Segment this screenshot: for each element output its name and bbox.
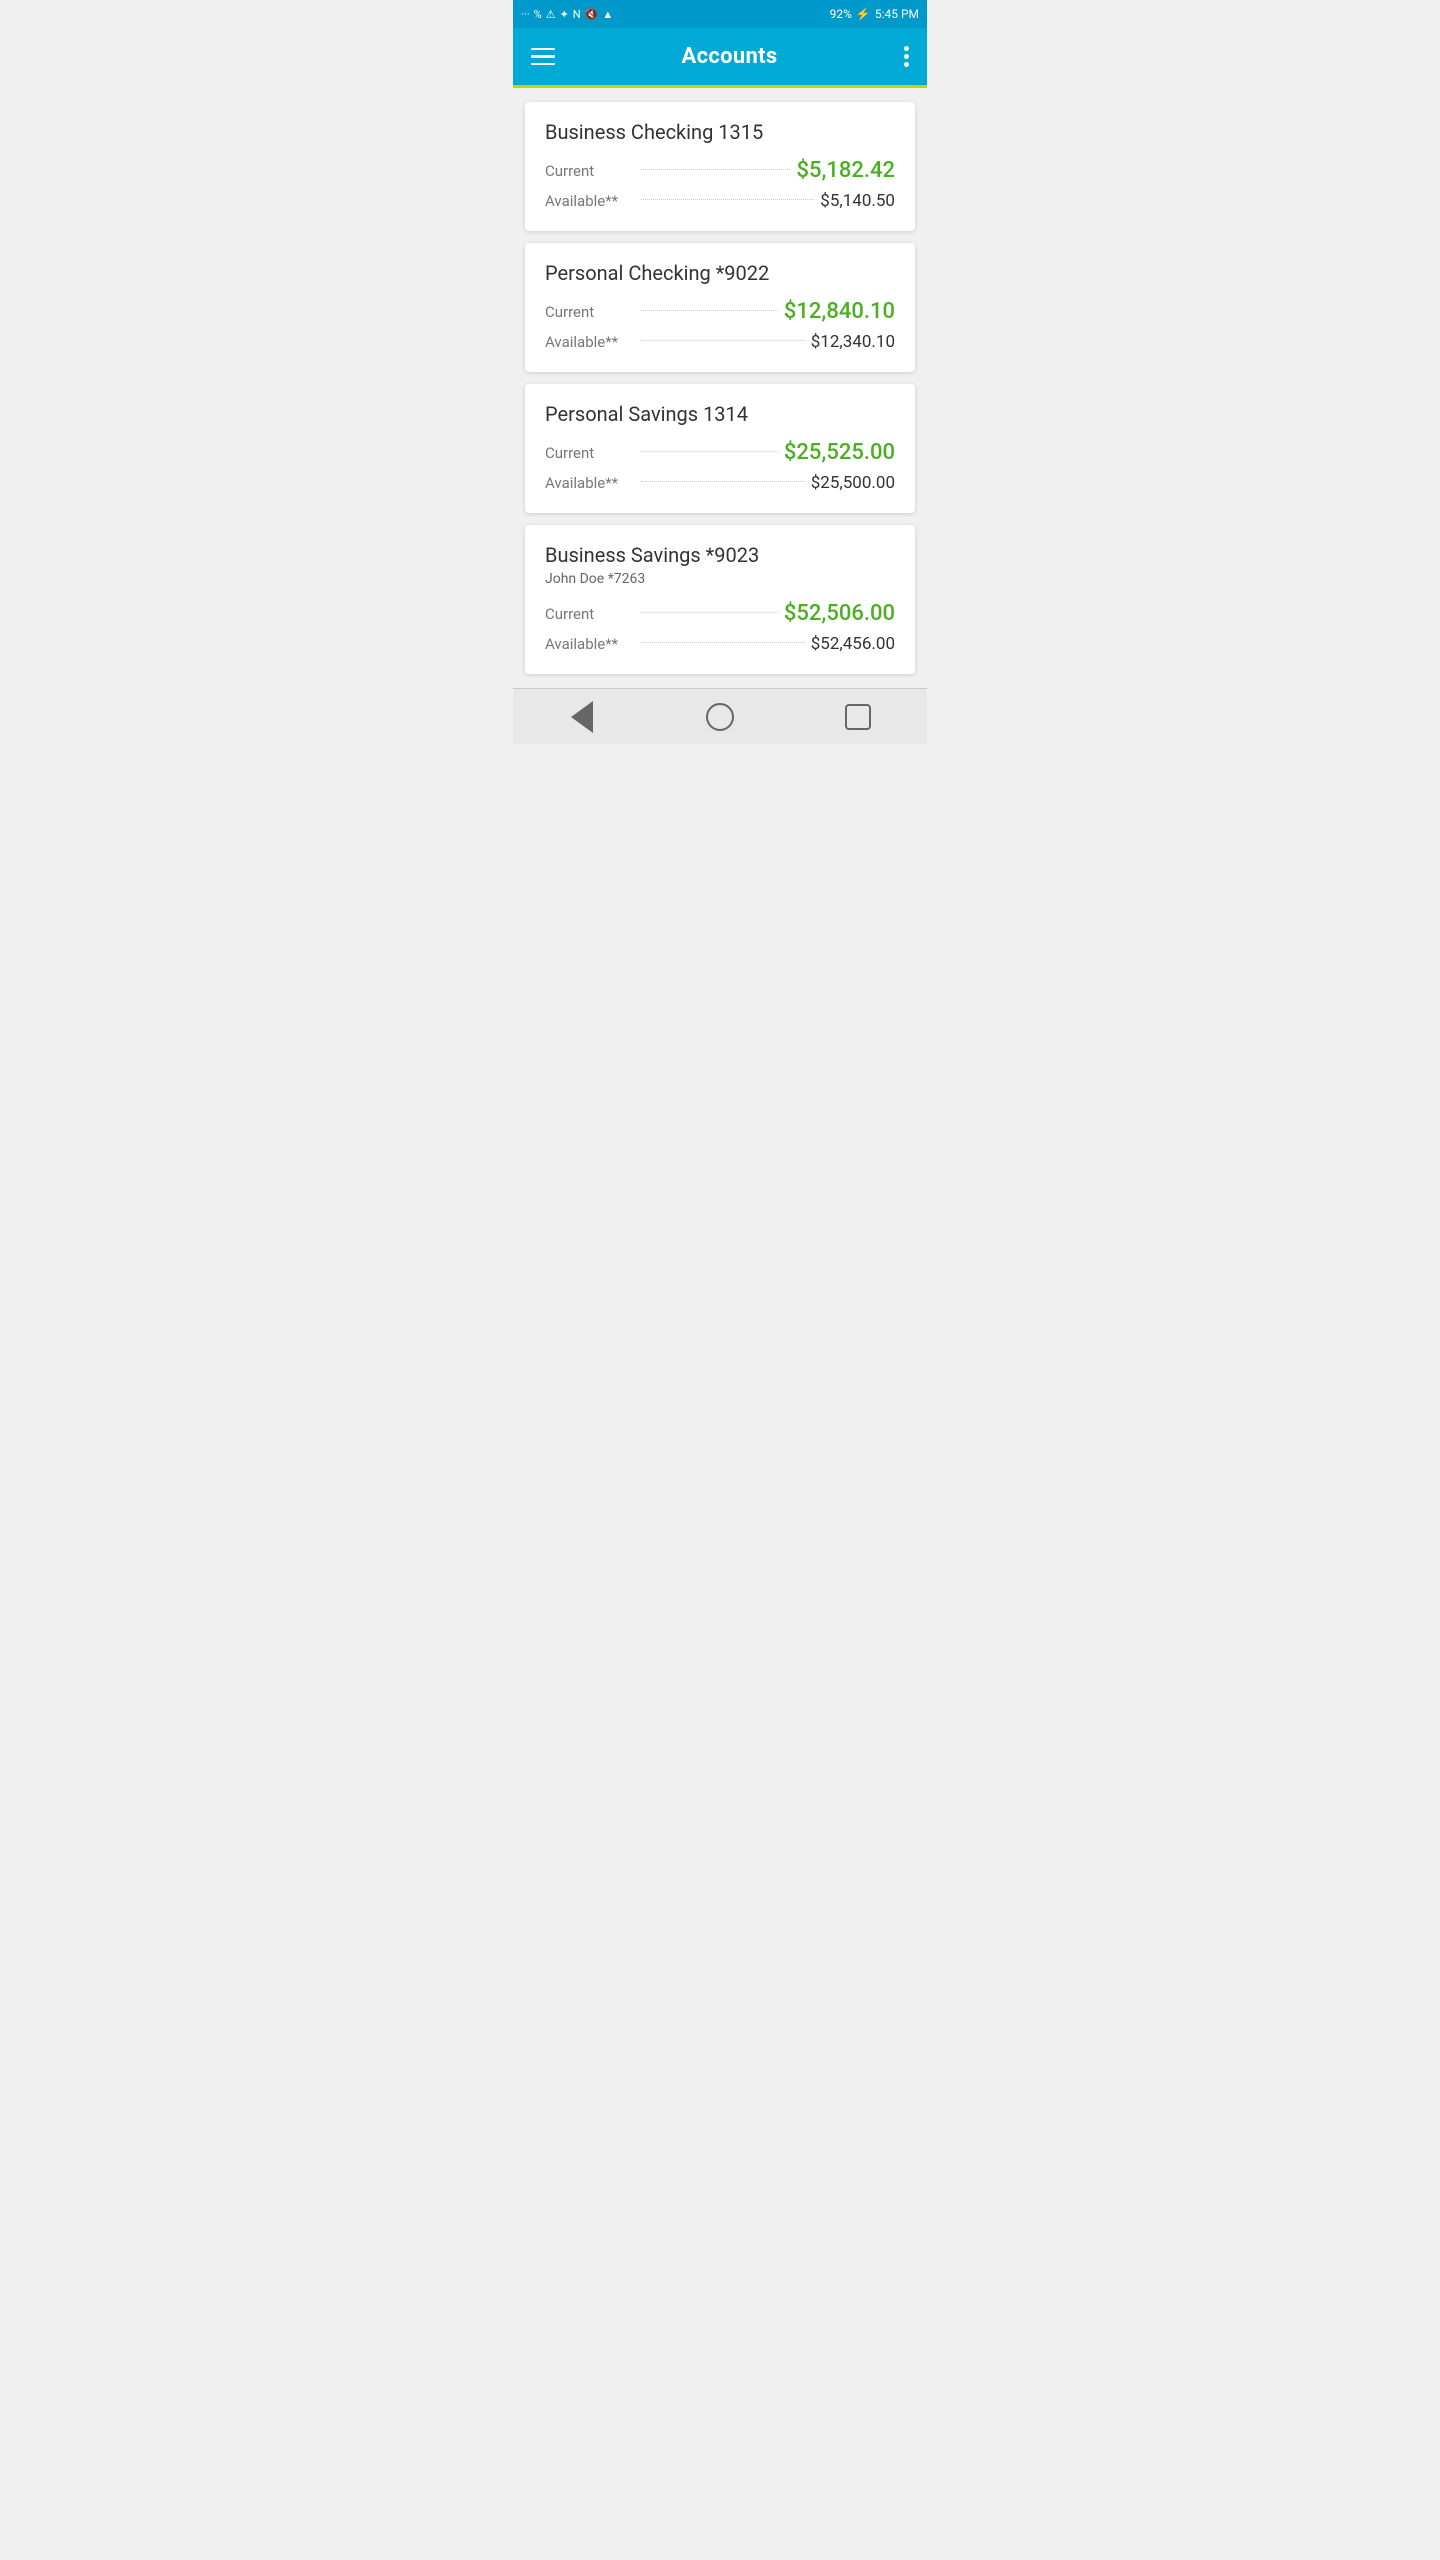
current-value: $25,525.00 (784, 440, 895, 465)
available-label: Available** (545, 333, 635, 351)
more-options-button[interactable] (904, 46, 909, 67)
status-icons-left: ··· % ⚠ ✦ N 🔇 ▲ (521, 8, 613, 21)
account-card-business-checking[interactable]: Business Checking 1315 Current $5,182.42… (525, 102, 915, 231)
menu-button[interactable] (531, 48, 555, 66)
page-title: Accounts (682, 44, 778, 69)
available-label: Available** (545, 474, 635, 492)
available-balance-row: Available** $25,500.00 (545, 473, 895, 493)
home-icon (706, 703, 734, 731)
percent-icon: % (534, 8, 542, 21)
home-button[interactable] (690, 693, 750, 741)
notification-icon: ··· (521, 8, 530, 21)
current-balance-row: Current $25,525.00 (545, 440, 895, 465)
bluetooth-icon: ✦ (560, 8, 569, 21)
dotted-separator (641, 451, 778, 452)
app-bar: Accounts (513, 28, 927, 88)
available-label: Available** (545, 192, 635, 210)
available-value: $52,456.00 (811, 634, 895, 654)
account-card-personal-checking[interactable]: Personal Checking *9022 Current $12,840.… (525, 243, 915, 372)
dotted-separator (641, 340, 805, 341)
current-label: Current (545, 605, 635, 623)
available-label: Available** (545, 635, 635, 653)
current-label: Current (545, 303, 635, 321)
available-value: $12,340.10 (811, 332, 895, 352)
current-balance-row: Current $12,840.10 (545, 299, 895, 324)
dotted-separator (641, 612, 778, 613)
current-balance-row: Current $5,182.42 (545, 158, 895, 183)
account-card-personal-savings[interactable]: Personal Savings 1314 Current $25,525.00… (525, 384, 915, 513)
account-name: Personal Savings 1314 (545, 402, 895, 426)
mute-icon: 🔇 (585, 8, 599, 21)
status-bar: ··· % ⚠ ✦ N 🔇 ▲ 92% ⚡ 5:45 PM (513, 0, 927, 28)
back-button[interactable] (552, 693, 612, 741)
current-label: Current (545, 162, 635, 180)
current-value: $5,182.42 (796, 158, 895, 183)
wifi-icon: ▲ (602, 8, 613, 21)
time-display: 5:45 PM (875, 7, 919, 21)
dotted-separator (641, 169, 790, 170)
navigation-bar (513, 688, 927, 744)
account-subname: John Doe *7263 (545, 571, 895, 587)
back-icon (571, 701, 593, 733)
current-value: $12,840.10 (784, 299, 895, 324)
battery-percent: 92% (830, 7, 852, 21)
dotted-separator (641, 199, 814, 200)
account-card-business-savings[interactable]: Business Savings *9023 John Doe *7263 Cu… (525, 525, 915, 674)
available-value: $25,500.00 (811, 473, 895, 493)
dotted-separator (641, 481, 805, 482)
dotted-separator (641, 642, 805, 643)
available-balance-row: Available** $5,140.50 (545, 191, 895, 211)
account-name: Personal Checking *9022 (545, 261, 895, 285)
accounts-list: Business Checking 1315 Current $5,182.42… (513, 88, 927, 688)
nfc-icon: N (573, 8, 581, 21)
available-balance-row: Available** $12,340.10 (545, 332, 895, 352)
current-value: $52,506.00 (784, 601, 895, 626)
status-icons-right: 92% ⚡ 5:45 PM (830, 7, 919, 21)
warning-icon: ⚠ (546, 8, 556, 21)
battery-icon: ⚡ (856, 7, 871, 21)
account-name: Business Savings *9023 (545, 543, 895, 567)
current-label: Current (545, 444, 635, 462)
current-balance-row: Current $52,506.00 (545, 601, 895, 626)
dotted-separator (641, 310, 778, 311)
account-name: Business Checking 1315 (545, 120, 895, 144)
recents-icon (845, 704, 871, 730)
available-balance-row: Available** $52,456.00 (545, 634, 895, 654)
recents-button[interactable] (828, 693, 888, 741)
available-value: $5,140.50 (820, 191, 895, 211)
